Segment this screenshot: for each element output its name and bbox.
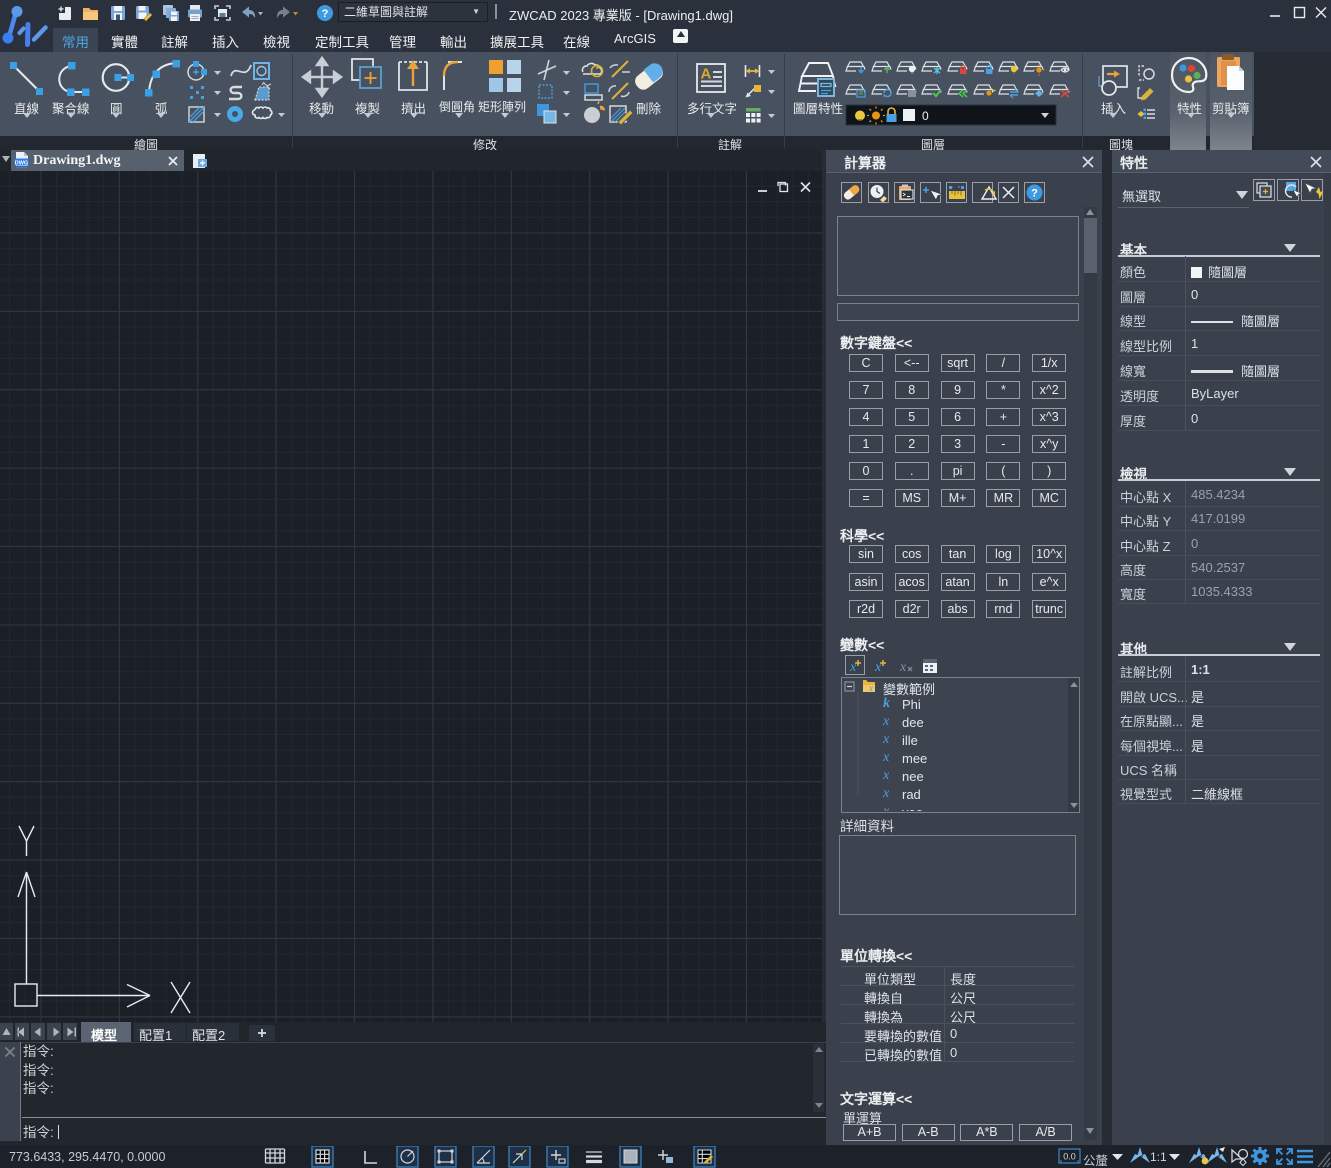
svg-text:0.0: 0.0: [1063, 1152, 1076, 1162]
svg-text:?: ?: [322, 8, 329, 20]
svg-text:1:1: 1:1: [1150, 1150, 1167, 1164]
svg-text:?: ?: [1031, 188, 1038, 200]
svg-text:x: x: [899, 660, 907, 675]
svg-text:DWG: DWG: [15, 160, 28, 166]
